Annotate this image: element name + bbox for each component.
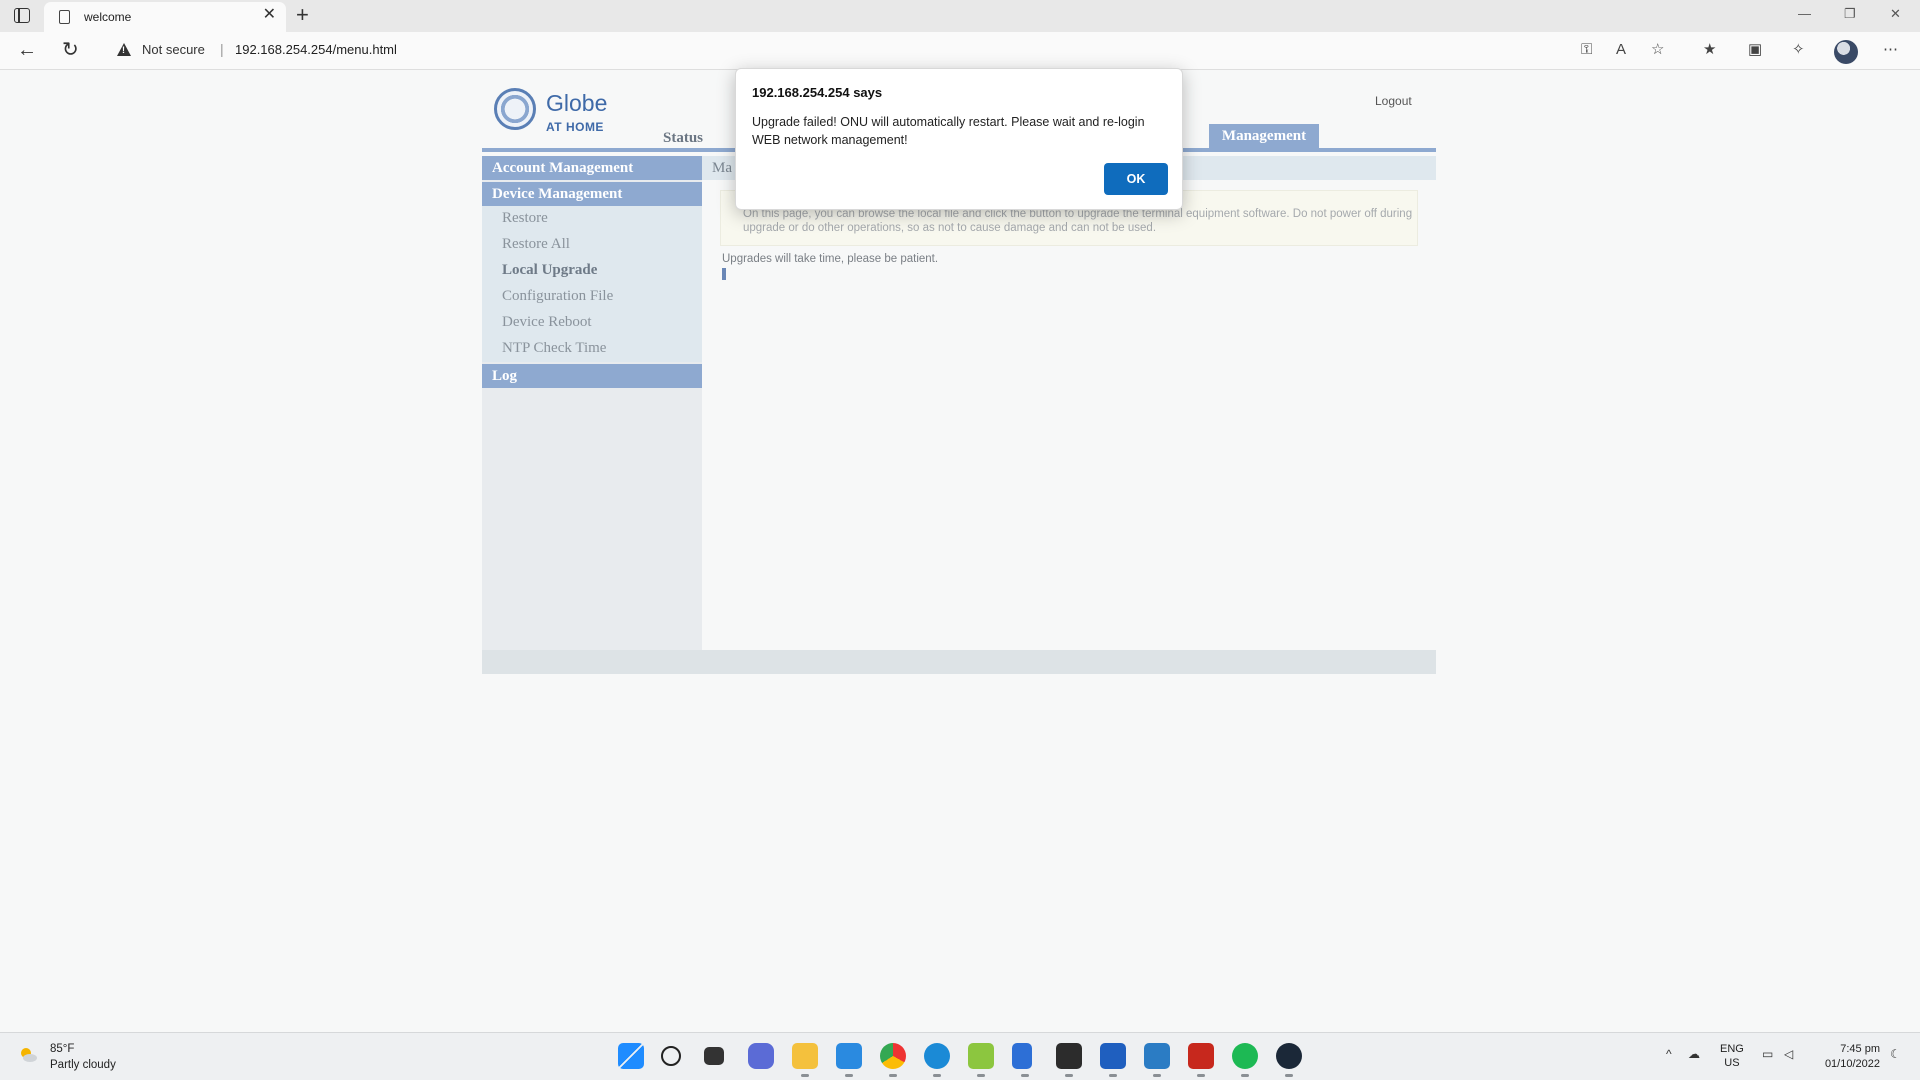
show-hidden-icons-icon[interactable]: ^ [1666,1047,1672,1061]
clock[interactable]: 7:45 pm 01/10/2022 [1810,1042,1880,1072]
ok-button[interactable]: OK [1104,163,1168,195]
globe-logo-icon [494,88,536,130]
chrome-icon[interactable] [880,1043,906,1077]
steam-icon[interactable] [1276,1043,1302,1077]
logo-name: Globe [546,90,608,116]
alert-dialog: 192.168.254.254 says Upgrade failed! ONU… [735,68,1183,210]
collections-icon[interactable]: ▣ [1748,41,1762,59]
extensions-icon[interactable]: ✧ [1792,41,1805,59]
dialog-title: 192.168.254.254 says [752,85,883,100]
profile-avatar[interactable] [1834,40,1858,64]
page-footer [482,650,1436,674]
address-bar[interactable]: Not secure | 192.168.254.254/menu.html [100,35,1660,65]
clock-date: 01/10/2022 [1824,1058,1880,1070]
notifications-icon[interactable]: ☾ [1890,1047,1901,1061]
tab-close-icon[interactable]: ✕ [263,7,276,23]
dialog-message: Upgrade failed! ONU will automatically r… [752,115,1145,147]
search-icon[interactable] [661,1046,681,1066]
upgrade-progress-bar [722,268,726,280]
url-separator: | [220,41,224,57]
sidebar-item-ntp-check-time[interactable]: NTP Check Time [502,340,606,357]
more-options-icon[interactable]: ⋯ [1883,41,1898,59]
sidebar-item-restore[interactable]: Restore [502,210,548,227]
page-icon [59,10,70,24]
spotify-icon[interactable] [1232,1043,1258,1077]
task-view-icon[interactable] [704,1047,724,1065]
upgrade-note-text: On this page, you can browse the local f… [743,208,1413,234]
file-explorer-icon[interactable] [792,1043,818,1077]
sidebar-item-restore-all[interactable]: Restore All [502,236,570,253]
key-icon[interactable]: ⚿ [1581,41,1592,59]
tab-actions-icon[interactable] [14,8,30,23]
clock-time: 7:45 pm [1840,1043,1880,1055]
logout-link[interactable]: Logout [1375,94,1412,108]
partly-cloudy-icon[interactable] [18,1045,38,1065]
filezilla-icon[interactable] [1188,1043,1214,1077]
new-tab-button[interactable]: + [296,3,309,27]
restore-button[interactable]: ❐ [1844,6,1856,22]
keyboard-region: US [1724,1057,1740,1069]
edge-icon[interactable] [924,1043,950,1077]
tab-title: welcome [84,10,132,24]
warning-icon[interactable] [117,43,131,56]
url-text[interactable]: 192.168.254.254/menu.html [235,42,397,57]
sidebar-item-configuration-file[interactable]: Configuration File [502,288,613,305]
sidebar-item-local-upgrade[interactable]: Local Upgrade [502,262,597,279]
notepad-icon[interactable] [1012,1043,1032,1077]
network-icon[interactable]: ▭ [1762,1047,1773,1061]
vscode-icon[interactable] [836,1043,862,1077]
language-code: ENG [1720,1043,1744,1055]
chat-icon[interactable] [748,1043,774,1069]
sidebar: Account Management Device Management Res… [482,156,702,650]
close-window-button[interactable]: ✕ [1890,6,1901,22]
onedrive-icon[interactable]: ☁ [1688,1047,1700,1061]
router-page: Globe AT HOME Logout Status Management A… [0,70,1920,1032]
sidebar-section-device-management[interactable]: Device Management [482,182,702,206]
nav-management[interactable]: Management [1209,124,1319,148]
minimize-button[interactable]: — [1798,6,1811,21]
favorites-icon[interactable]: ★ [1703,41,1716,59]
app-icon[interactable] [968,1043,994,1077]
not-secure-label[interactable]: Not secure [142,42,205,57]
nav-status[interactable]: Status [663,130,703,147]
back-icon[interactable]: ← [17,39,37,61]
language-indicator[interactable]: ENG US [1720,1042,1744,1070]
volume-icon[interactable]: ◁ [1784,1047,1793,1061]
word-icon[interactable] [1100,1043,1126,1077]
terminal-icon[interactable] [1056,1043,1082,1077]
device-management-submenu: Restore Restore All Local Upgrade Config… [482,206,702,362]
read-aloud-icon[interactable]: A [1616,41,1626,59]
windows-taskbar: 85°F Partly cloudy ^ ☁ ENG US ▭ ◁ 7:45 p… [0,1032,1920,1080]
start-icon[interactable] [618,1043,644,1069]
patience-text: Upgrades will take time, please be patie… [722,253,939,265]
sidebar-section-account-management[interactable]: Account Management [482,156,702,180]
tab-welcome[interactable]: welcome ✕ [44,2,286,32]
add-favorite-icon[interactable]: ☆ [1651,41,1664,59]
refresh-icon[interactable]: ↻ [62,39,79,61]
sidebar-section-log[interactable]: Log [482,364,702,388]
logo-subtitle: AT HOME [546,120,604,134]
weather-description[interactable]: Partly cloudy [50,1059,116,1071]
weather-temperature[interactable]: 85°F [50,1043,74,1055]
browser-tab-bar: welcome ✕ + — ❐ ✕ [0,0,1920,32]
address-toolbar: ← ↻ Not secure | 192.168.254.254/menu.ht… [0,32,1920,70]
content-title: Ma [712,160,732,176]
sidebar-item-device-reboot[interactable]: Device Reboot [502,314,592,331]
mail-icon[interactable] [1144,1043,1170,1077]
